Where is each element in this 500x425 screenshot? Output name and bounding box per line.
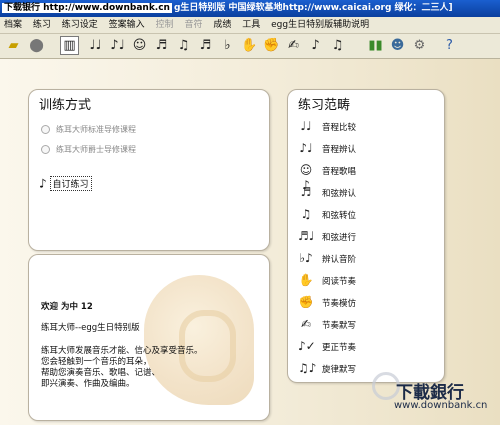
interval-identify-icon[interactable]: ♪♩ <box>108 36 127 55</box>
rhythm-read-icon[interactable]: ✋ <box>298 273 314 288</box>
student-icon[interactable]: ☻ <box>388 36 407 55</box>
description-line-4: 即兴演奏、作曲及编曲。 <box>41 379 135 389</box>
practice-item[interactable]: ♫♪ 旋律默写 <box>298 358 428 380</box>
chord-identify-icon[interactable]: ♬ <box>152 36 171 55</box>
interval-identify-icon[interactable]: ♪♩ <box>298 141 314 156</box>
interval-sing-icon[interactable]: ☺ <box>130 36 149 55</box>
rhythm-dictation-icon[interactable]: ✍ <box>284 36 303 55</box>
jazz-course-option[interactable]: 练耳大师爵士导修课程 <box>41 144 136 155</box>
practice-item[interactable]: ✋ 阅读节奏 <box>298 270 428 292</box>
toolbar: ▰ ⬤ ▥ ♩♩ ♪♩ ☺ ♬ ♫ ♬ ♭ ✋ ✊ ✍ ♪ ♫ ▮▮ ☻ ⚙ ? <box>0 34 500 59</box>
info-panel: 欢迎 为中 12 练耳大师--egg生日特别版 练耳大师发展音乐才能、信心及享受… <box>28 254 270 421</box>
open-folder-icon[interactable]: ▰ <box>4 36 23 55</box>
practice-item[interactable]: ✊ 节奏模仿 <box>298 292 428 314</box>
title-bar: 下载银行 http://www.downbank.cn g生日特别版 中国绿软基地… <box>0 0 500 17</box>
main-area: 训练方式 练耳大师标准导修课程 练耳大师爵士导修课程 ♪ 自订练习 欢迎 为中 … <box>0 59 500 425</box>
jazz-course-label: 练耳大师爵士导修课程 <box>56 145 136 154</box>
practice-item-label: 音程比较 <box>322 123 357 133</box>
chord-inversion-icon[interactable]: ♫ <box>298 207 314 222</box>
custom-practice[interactable]: ♪ 自订练习 <box>39 176 92 191</box>
practice-item-label: 节奏模仿 <box>322 299 357 309</box>
menu-bar: 档案 练习 练习设定 签案输入 控制 音符 成绩 工具 egg生日特别版辅助说明 <box>0 17 500 34</box>
standard-course-label: 练耳大师标准导修课程 <box>56 125 136 134</box>
menu-notes[interactable]: 音符 <box>180 17 206 33</box>
rhythm-imitate-icon[interactable]: ✊ <box>262 36 281 55</box>
radio-icon[interactable] <box>41 125 50 134</box>
product-name: 练耳大师--egg生日特别版 <box>41 323 140 333</box>
help-icon[interactable]: ? <box>440 36 459 55</box>
practice-item[interactable]: ♫ 和弦转位 <box>298 204 428 226</box>
interval-compare-icon[interactable]: ♩♩ <box>86 36 105 55</box>
training-mode-title: 训练方式 <box>39 98 92 113</box>
rhythm-dictation-icon[interactable]: ✍ <box>298 317 314 332</box>
practice-scope-panel: 练习范畴 ♩♩ 音程比较 ♪♩ 音程辨认 ☺♪ 音程歌唱 ♬ 和弦辨认 ♫ 和弦转位 ♬♩ 和弦进行 ♭… <box>287 89 445 383</box>
score-chart-icon[interactable]: ▮▮ <box>366 36 385 55</box>
training-mode-panel: 训练方式 练耳大师标准导修课程 练耳大师爵士导修课程 ♪ 自订练习 <box>28 89 270 251</box>
chord-progression-icon[interactable]: ♬ <box>196 36 215 55</box>
description-line-1: 练耳大师发展音乐才能、信心及享受音乐。 <box>41 346 203 356</box>
rhythm-correct-icon[interactable]: ♪ <box>306 36 325 55</box>
practice-item-label: 和弦转位 <box>322 211 357 221</box>
menu-file[interactable]: 档案 <box>0 17 26 33</box>
menu-input[interactable]: 签案输入 <box>105 17 149 33</box>
scale-identify-icon[interactable]: ♭ <box>218 36 237 55</box>
custom-practice-button[interactable]: 自订练习 <box>49 176 92 191</box>
practice-item-label: 更正节奏 <box>322 343 357 353</box>
rhythm-read-icon[interactable]: ✋ <box>240 36 259 55</box>
chord-identify-icon[interactable]: ♬ <box>298 185 314 200</box>
singing-person-icon[interactable]: ☺♪ <box>298 163 314 192</box>
menu-tools[interactable]: 工具 <box>238 17 264 33</box>
chord-inversion-icon[interactable]: ♫ <box>174 36 193 55</box>
downbank-logo: 下載銀行 www.downbank.cn <box>372 372 498 422</box>
practice-item[interactable]: ♩♩ 音程比较 <box>298 116 428 138</box>
practice-item-label: 音程歌唱 <box>322 167 357 177</box>
practice-item[interactable]: ♪✓ 更正节奏 <box>298 336 428 358</box>
practice-item-label: 和弦辨认 <box>322 189 357 199</box>
practice-scope-title: 练习范畴 <box>298 98 351 113</box>
practice-item[interactable]: ✍ 节奏默写 <box>298 314 428 336</box>
practice-item-label: 旋律默写 <box>322 365 357 375</box>
practice-item-label: 节奏默写 <box>322 321 357 331</box>
practice-item[interactable]: ♬ 和弦辨认 <box>298 182 428 204</box>
settings-icon[interactable]: ⚙ <box>410 36 429 55</box>
piano-icon[interactable]: ▥ <box>60 36 79 55</box>
radio-icon[interactable] <box>41 145 50 154</box>
standard-course-option[interactable]: 练耳大师标准导修课程 <box>41 124 136 135</box>
chord-progression-icon[interactable]: ♬♩ <box>298 229 314 244</box>
practice-item[interactable]: ☺♪ 音程歌唱 <box>298 160 428 192</box>
menu-help[interactable]: egg生日特别版辅助说明 <box>267 17 373 33</box>
interval-compare-icon[interactable]: ♩♩ <box>298 119 314 134</box>
practice-item[interactable]: ♬♩ 和弦进行 <box>298 226 428 248</box>
practice-item[interactable]: ♭♪ 辨认音阶 <box>298 248 428 270</box>
scale-icon[interactable]: ♭♪ <box>298 251 314 266</box>
description-line-2: 您会轻触到一个音乐的耳朵， <box>41 357 152 367</box>
title-watermark: 下载银行 http://www.downbank.cn <box>2 3 172 13</box>
description-line-3: 帮助您演奏音乐、歌唱、记谱、 <box>41 368 161 378</box>
practice-item-label: 辨认音阶 <box>322 255 357 265</box>
menu-practice[interactable]: 练习 <box>29 17 55 33</box>
practice-item-label: 阅读节奏 <box>322 277 357 287</box>
practice-item[interactable]: ♪♩ 音程辨认 <box>298 138 428 160</box>
practice-item-label: 和弦进行 <box>322 233 357 243</box>
music-note-icon: ♪ <box>39 176 47 191</box>
melody-dictation-icon[interactable]: ♫♪ <box>298 361 316 376</box>
welcome-text: 欢迎 为中 12 <box>41 302 93 312</box>
logo-url: www.downbank.cn <box>394 400 488 411</box>
menu-practice-settings[interactable]: 练习设定 <box>58 17 102 33</box>
melody-dictation-icon[interactable]: ♫ <box>328 36 347 55</box>
menu-control[interactable]: 控制 <box>152 17 178 33</box>
menu-scores[interactable]: 成绩 <box>209 17 235 33</box>
practice-item-label: 音程辨认 <box>322 145 357 155</box>
record-icon[interactable]: ⬤ <box>27 36 46 55</box>
rhythm-imitate-icon[interactable]: ✊ <box>298 295 314 310</box>
rhythm-correct-icon[interactable]: ♪✓ <box>298 339 316 354</box>
window-title: g生日特别版 中国绿软基地http://www.caicai.org 绿化：二三… <box>173 3 453 13</box>
